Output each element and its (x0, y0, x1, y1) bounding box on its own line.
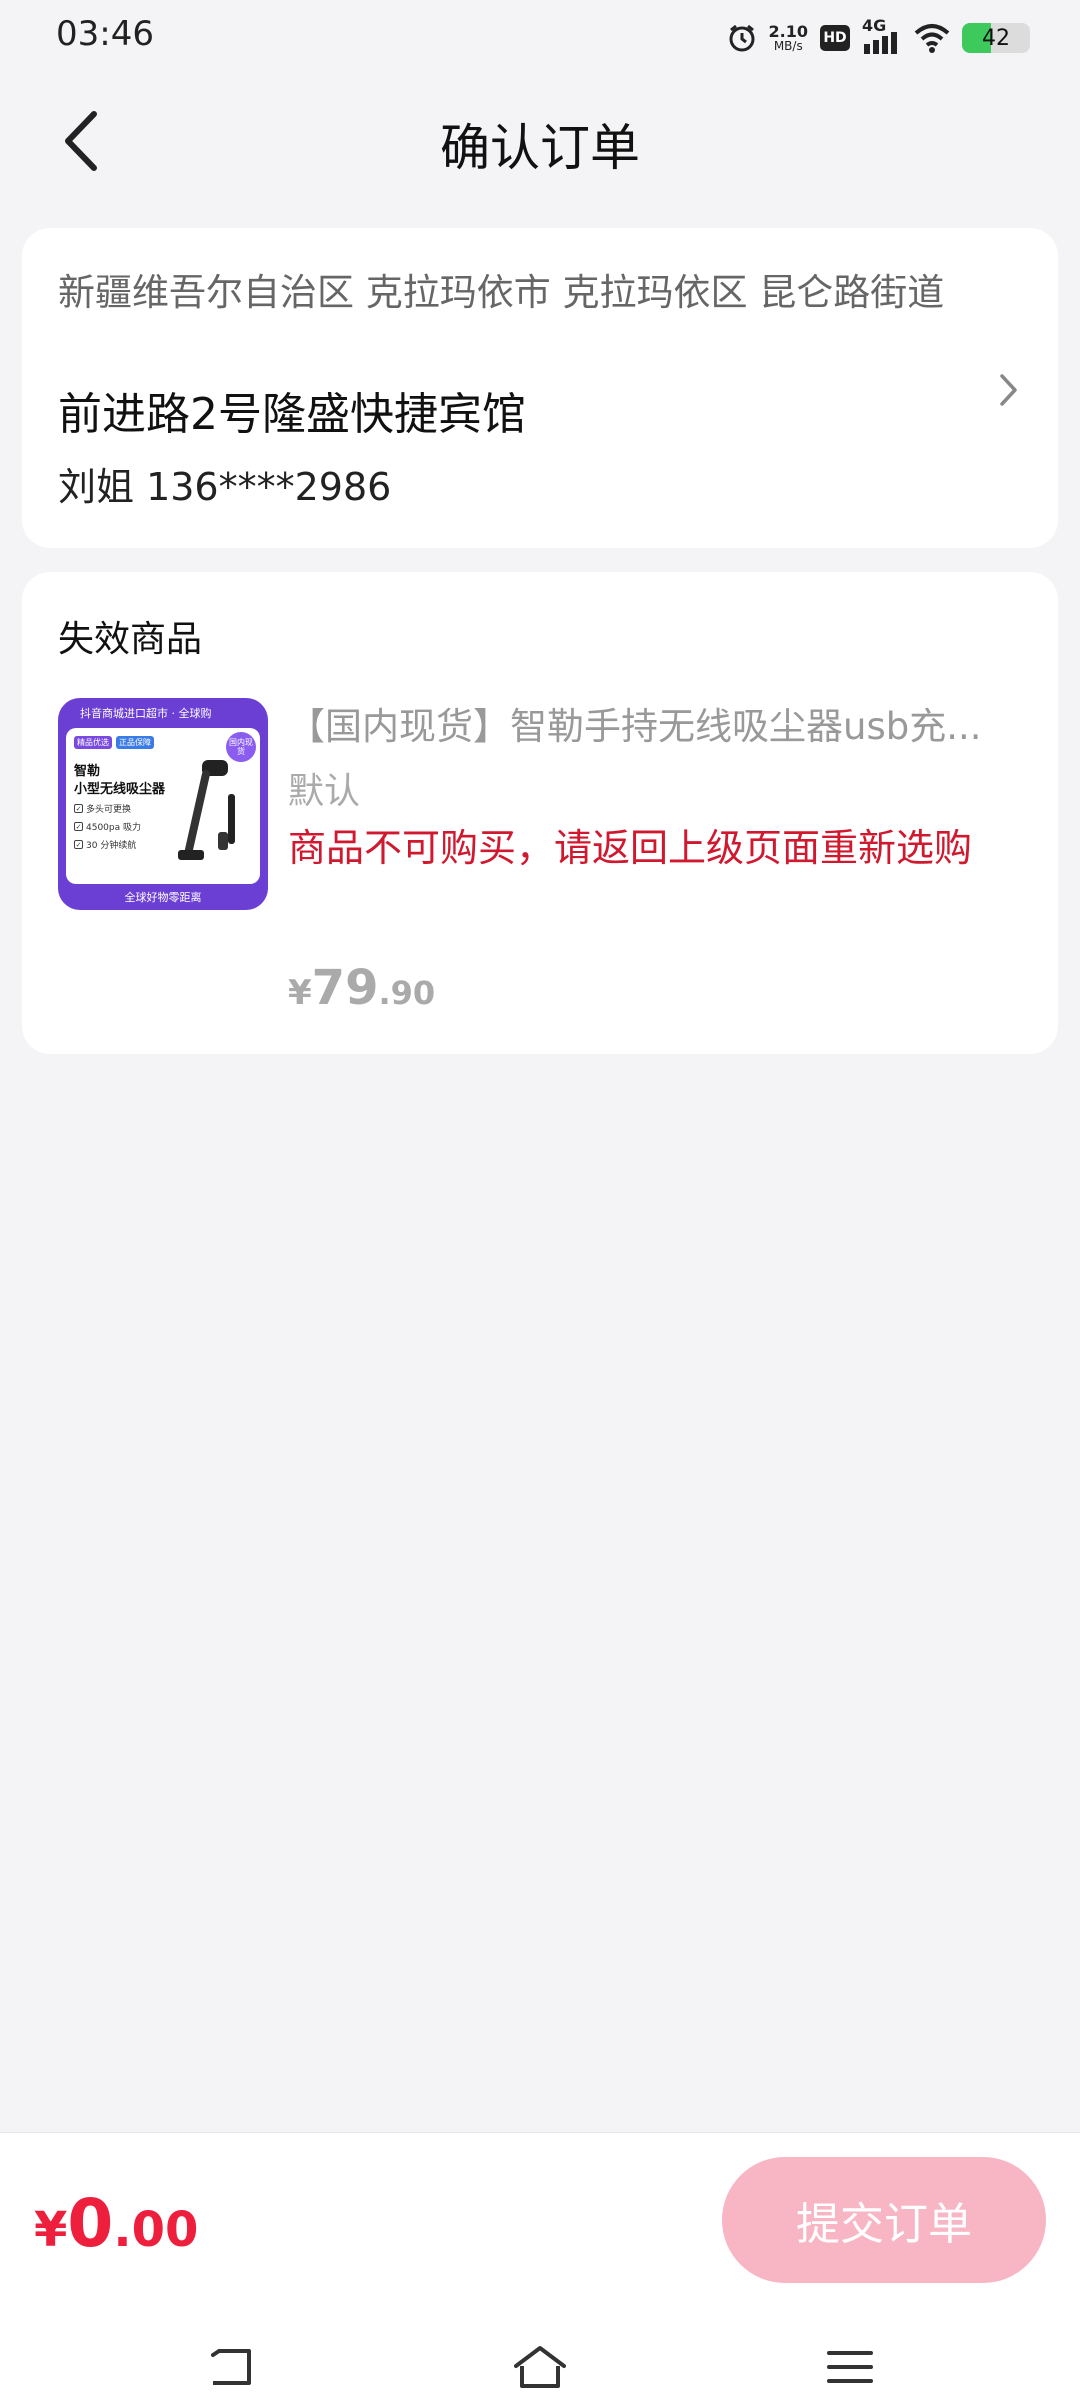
feature-text: 多头可更换 (86, 805, 132, 815)
price-symbol: ¥ (288, 973, 312, 1013)
thumbnail-tag: 精品优选 (74, 736, 112, 749)
signal-icon: 4G (862, 16, 902, 56)
thumbnail-feature: ✓ 多头可更换 (74, 802, 141, 815)
thumbnail-tag: 正品保障 (116, 736, 154, 749)
battery-icon: 42 (962, 23, 1030, 53)
thumbnail-feature: ✓ 4500pa 吸力 (74, 820, 141, 833)
back-nav-button[interactable] (200, 2337, 260, 2397)
vacuum-image (178, 760, 235, 860)
hd-icon: HD (820, 25, 850, 51)
wifi-icon (914, 23, 950, 53)
address-region: 新疆维吾尔自治区 克拉玛依市 克拉玛依区 昆仑路街道 (58, 271, 945, 314)
speed-unit: MB/s (773, 39, 803, 53)
page-header: 确认订单 (0, 90, 1080, 190)
address-card[interactable]: 新疆维吾尔自治区 克拉玛依市 克拉玛依区 昆仑路街道 前进路2号隆盛快捷宾馆 刘… (22, 228, 1058, 548)
feature-text: 30 分钟续航 (86, 841, 137, 851)
product-thumbnail[interactable]: 抖音商城进口超市 · 全球购 精品优选 正品保障 国内现货 智勒 小型无线吸尘器… (58, 698, 268, 910)
bottom-bar: ¥0.00 提交订单 (0, 2132, 1080, 2408)
price-decimal: .90 (378, 974, 436, 1012)
home-nav-button[interactable] (510, 2337, 570, 2397)
chevron-right-icon (994, 370, 1024, 410)
total-price: ¥0.00 (34, 2185, 198, 2262)
thumbnail-feature: ✓ 30 分钟续航 (74, 838, 141, 851)
thumbnail-content: 精品优选 正品保障 国内现货 智勒 小型无线吸尘器 ✓ 多头可更换 ✓ 4500pa… (66, 728, 260, 884)
invalid-product-card: 失效商品 抖音商城进口超市 · 全球购 精品优选 正品保障 国内现货 智勒 小型… (22, 572, 1058, 1054)
address-detail: 前进路2号隆盛快捷宾馆 (58, 389, 526, 440)
back-nav-icon (211, 2349, 251, 2385)
status-time: 03:46 (56, 14, 154, 54)
home-icon (514, 2346, 566, 2388)
product-price: ¥79.90 (288, 960, 435, 1016)
page-title: 确认订单 (440, 119, 640, 177)
thumbnail-product-name: 小型无线吸尘器 (74, 782, 166, 797)
menu-icon (827, 2351, 873, 2383)
network-type: 4G (862, 16, 887, 35)
thumbnail-bottom-text: 全球好物零距离 (124, 891, 202, 904)
status-icons: 2.10 MB/s HD 4G 42 (727, 16, 1030, 58)
product-spec: 默认 (288, 771, 361, 812)
product-title[interactable]: 【国内现货】智勒手持无线吸尘器usb充... (288, 696, 1038, 750)
section-title: 失效商品 (58, 619, 203, 660)
thumbnail-tags: 精品优选 正品保障 (74, 736, 154, 749)
speed-value: 2.10 (768, 22, 808, 41)
total-decimal: .00 (113, 2202, 199, 2258)
price-integer: 79 (311, 960, 379, 1016)
product-error-message: 商品不可购买，请返回上级页面重新选购 (288, 826, 973, 870)
address-contact: 刘姐 136****2986 (58, 465, 392, 509)
system-nav-bar (0, 2323, 1080, 2408)
network-speed: 2.10 MB/s (768, 22, 808, 53)
total-integer: 0 (67, 2185, 114, 2262)
total-symbol: ¥ (34, 2202, 68, 2258)
thumbnail-top-text: 抖音商城进口超市 · 全球购 (80, 707, 212, 720)
thumbnail-brand: 智勒 (74, 764, 101, 779)
thumbnail-features: ✓ 多头可更换 ✓ 4500pa 吸力 ✓ 30 分钟续航 (74, 802, 141, 851)
alarm-icon (727, 23, 757, 53)
battery-level: 42 (982, 25, 1010, 51)
status-bar: 03:46 2.10 MB/s HD 4G 42 (0, 0, 1080, 76)
menu-nav-button[interactable] (820, 2337, 880, 2397)
feature-text: 4500pa 吸力 (86, 823, 141, 833)
submit-order-button[interactable]: 提交订单 (722, 2157, 1046, 2283)
